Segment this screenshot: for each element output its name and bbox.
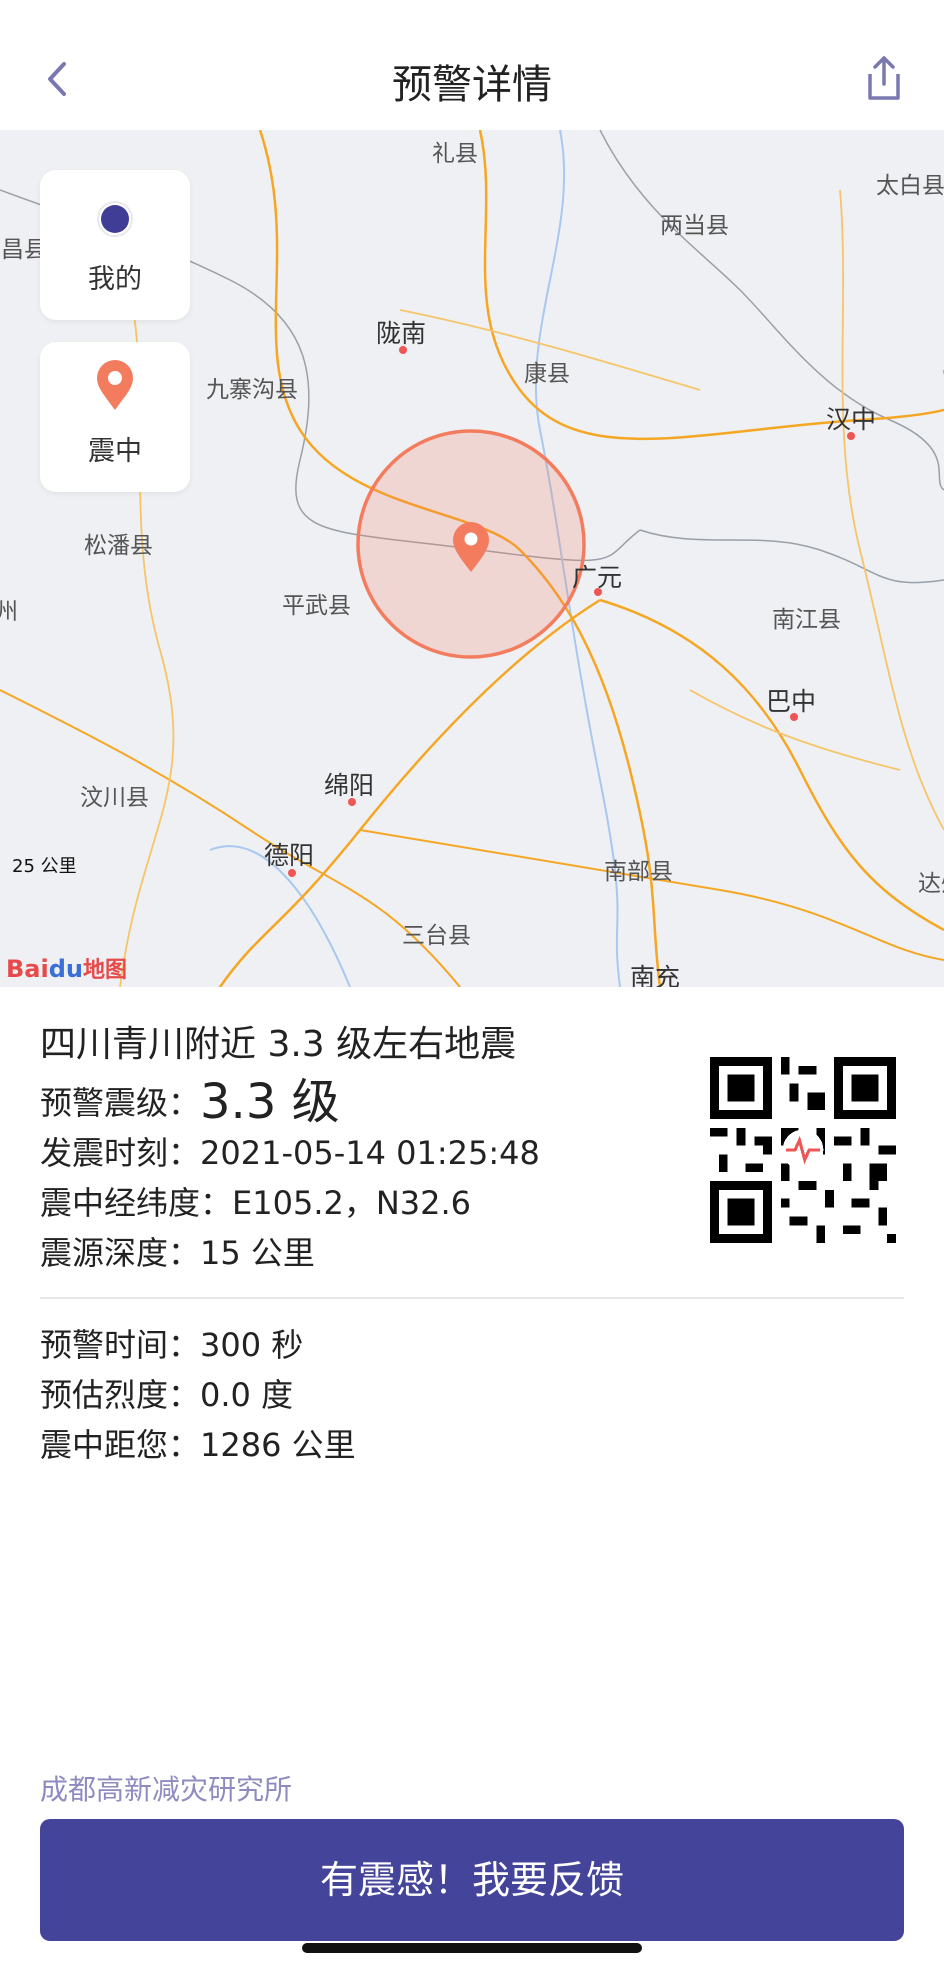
depth-value: 15 公里 xyxy=(200,1234,315,1272)
feedback-button[interactable]: 有震感！我要反馈 xyxy=(40,1819,904,1941)
map-place-label: 广元 xyxy=(572,563,623,592)
map-place-label: 南部县 xyxy=(604,859,673,885)
map-place-label: 礼县 xyxy=(432,141,478,167)
warn-time-label: 预警时间： xyxy=(40,1326,201,1364)
depth-label: 震源深度： xyxy=(40,1234,201,1272)
intensity-row: 预估烈度：0.0 度 xyxy=(40,1370,356,1420)
organization-name: 成都高新减灾研究所 xyxy=(40,1773,293,1806)
time-value: 2021-05-14 01:25:48 xyxy=(200,1134,540,1172)
map-place-label: 茂州 xyxy=(0,599,18,625)
map-place-label: 太白县 xyxy=(876,173,944,199)
my-location-label: 我的 xyxy=(88,264,142,295)
map-place-label: 三台县 xyxy=(402,923,471,949)
map-pin-icon xyxy=(97,360,133,410)
map-place-label: 九寨沟县 xyxy=(206,377,298,403)
epicenter-button[interactable]: 震中 xyxy=(40,342,190,492)
intensity-value: 0.0 度 xyxy=(200,1376,294,1414)
coord-value: E105.2，N32.6 xyxy=(232,1184,472,1222)
nav-bar: 预警详情 xyxy=(0,0,944,130)
warn-time-value: 300 秒 xyxy=(200,1326,304,1364)
map-place-label: 南充 xyxy=(630,963,681,987)
qr-code xyxy=(710,1057,896,1243)
share-icon[interactable] xyxy=(862,54,906,104)
map-place-label: 陇南 xyxy=(376,319,427,348)
map-place-label: 松潘县 xyxy=(84,533,153,559)
my-location-icon xyxy=(97,201,133,237)
page-title: 预警详情 xyxy=(392,62,552,108)
map-place-label: 德阳 xyxy=(264,841,315,870)
map-place-label: 两当县 xyxy=(660,213,729,239)
warn-time-row: 预警时间：300 秒 xyxy=(40,1320,356,1370)
earthquake-map[interactable]: 礼县 太白县 两当县 宕昌县 陇南 康县 九寨沟县 汉中 松潘县 广元 平武县 … xyxy=(0,130,944,987)
distance-label: 震中距您： xyxy=(40,1426,201,1464)
home-indicator xyxy=(302,1943,642,1953)
scale-label: 25 公里 xyxy=(12,856,77,877)
map-place-label: 达州 xyxy=(918,871,944,897)
map-place-label: 平武县 xyxy=(282,593,351,619)
map-place-label: 康县 xyxy=(524,361,570,387)
section-divider xyxy=(40,1297,904,1299)
map-place-label: 汶川县 xyxy=(80,785,149,811)
my-location-button[interactable]: 我的 xyxy=(40,170,190,320)
distance-value: 1286 公里 xyxy=(200,1426,356,1464)
baidu-map-logo: Baidu地图 xyxy=(6,955,127,983)
distance-row: 震中距您：1286 公里 xyxy=(40,1420,356,1470)
map-place-label: 汉中 xyxy=(826,405,877,434)
coord-label: 震中经纬度： xyxy=(40,1184,233,1222)
magnitude-value: 3.3 级 xyxy=(200,1074,340,1130)
intensity-label: 预估烈度： xyxy=(40,1376,201,1414)
map-place-label: 南江县 xyxy=(772,607,841,633)
time-label: 发震时刻： xyxy=(40,1134,201,1172)
map-place-label: 绵阳 xyxy=(324,771,375,800)
map-place-label: 巴中 xyxy=(766,687,817,716)
magnitude-label: 预警震级： xyxy=(40,1084,201,1122)
epicenter-label: 震中 xyxy=(88,436,142,467)
warning-info: 预警时间：300 秒 预估烈度：0.0 度 震中距您：1286 公里 xyxy=(40,1320,356,1470)
